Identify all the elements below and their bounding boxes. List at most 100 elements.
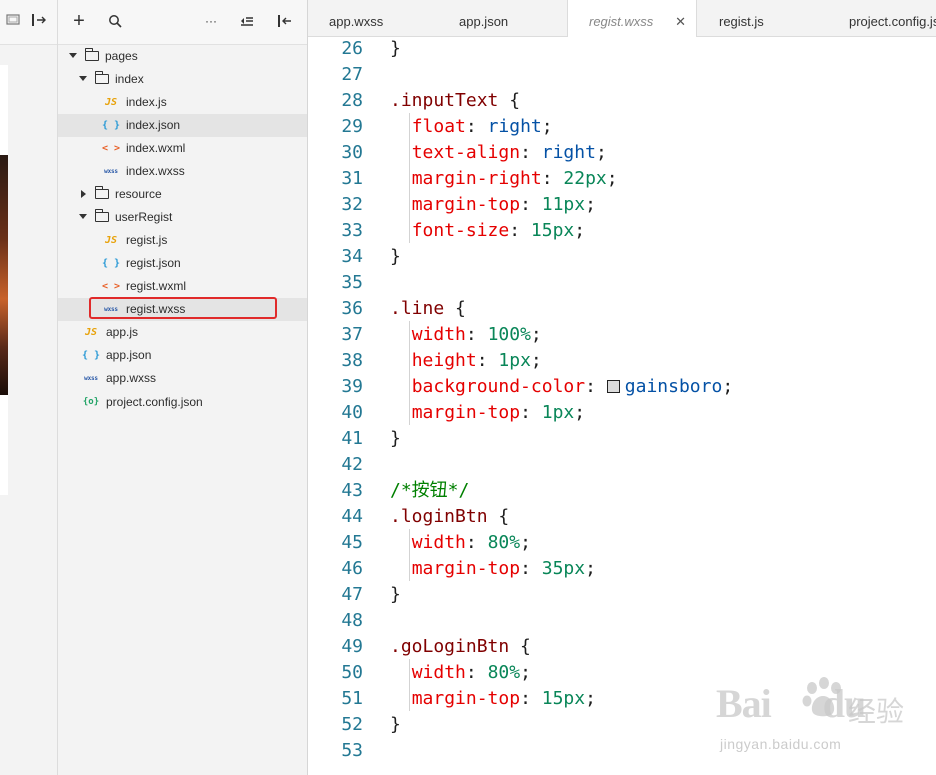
colon: : bbox=[541, 168, 564, 189]
line-number: 48 bbox=[341, 610, 363, 631]
code-editor[interactable]: 26} 27 28 .inputText {29 float: right; 30 te… bbox=[308, 37, 936, 775]
wxml-file-icon: < > bbox=[101, 143, 121, 154]
css-value: 15px bbox=[541, 688, 586, 709]
code-line: 43 /*按钮*/ bbox=[308, 478, 936, 504]
paw-icon bbox=[802, 677, 841, 717]
css-selector: .inputText bbox=[390, 90, 499, 111]
detach-icon[interactable] bbox=[30, 10, 48, 30]
brace: } bbox=[390, 246, 401, 267]
tree-file-index-json[interactable]: { } index.json bbox=[58, 114, 307, 137]
tab-project-config-js[interactable]: project.config.js bbox=[849, 0, 936, 36]
tab-regist-js[interactable]: regist.js bbox=[719, 0, 764, 36]
tree-file-regist-js[interactable]: JS regist.js bbox=[58, 229, 307, 252]
code-line: 26} bbox=[308, 36, 936, 62]
code-line: 29 float: right; bbox=[308, 114, 936, 140]
css-property: margin-top bbox=[411, 194, 521, 215]
semicolon: ; bbox=[606, 168, 618, 189]
tab-regist-wxss[interactable]: regist.wxss ✕ bbox=[567, 0, 697, 37]
tree-folder-userregist[interactable]: userRegist bbox=[58, 206, 307, 229]
add-file-button[interactable]: + bbox=[68, 10, 90, 32]
css-property: width bbox=[411, 532, 466, 553]
colon: : bbox=[465, 324, 488, 345]
css-value: 15px bbox=[530, 220, 575, 241]
line-number: 49 bbox=[341, 636, 363, 657]
colon: : bbox=[520, 688, 542, 709]
chevron-right-icon bbox=[81, 190, 86, 198]
tab-app-json[interactable]: app.json bbox=[459, 0, 508, 36]
semicolon: ; bbox=[530, 350, 542, 371]
watermark-url: jingyan.baidu.com bbox=[720, 736, 842, 752]
colon: : bbox=[520, 558, 542, 579]
tree-file-app-wxss[interactable]: wxss app.wxss bbox=[58, 367, 307, 390]
css-selector: .line bbox=[390, 298, 445, 319]
code-line: 49 .goLoginBtn { bbox=[308, 634, 936, 660]
tree-folder-pages[interactable]: pages bbox=[58, 45, 307, 68]
tree-file-index-js[interactable]: JS index.js bbox=[58, 91, 307, 114]
tree-file-index-wxss[interactable]: wxss index.wxss bbox=[58, 160, 307, 183]
css-value: right bbox=[487, 116, 542, 137]
semicolon: ; bbox=[585, 194, 596, 215]
wxss-file-icon: wxss bbox=[104, 168, 118, 175]
tab-app-wxss[interactable]: app.wxss bbox=[329, 0, 383, 36]
tree-folder-resource[interactable]: resource bbox=[58, 183, 307, 206]
code-line: 27 bbox=[308, 62, 936, 88]
editor-tab-bar: app.wxss app.json regist.wxss ✕ regist.j… bbox=[308, 0, 936, 37]
more-icon[interactable]: ··· bbox=[200, 10, 222, 32]
css-value: right bbox=[541, 142, 596, 163]
semicolon: ; bbox=[585, 688, 596, 709]
code-text: .loginBtn { bbox=[390, 504, 509, 530]
sidebar-toggle-icon[interactable] bbox=[274, 10, 296, 32]
chevron-down-icon bbox=[79, 76, 87, 81]
line-number: 51 bbox=[341, 688, 363, 709]
semicolon: ; bbox=[520, 532, 531, 553]
code-line: 30 text-align: right; bbox=[308, 140, 936, 166]
code-line: 35 bbox=[308, 270, 936, 296]
tree-file-project-config-json[interactable]: {o} project.config.json bbox=[58, 391, 307, 414]
file-explorer: + ··· pages index JS index.js { } index.… bbox=[58, 0, 308, 775]
css-value: 11px bbox=[541, 194, 586, 215]
search-icon[interactable] bbox=[104, 10, 126, 32]
line-number: 28 bbox=[341, 90, 363, 111]
tree-file-app-js[interactable]: JS app.js bbox=[58, 321, 307, 344]
tree-label: index.json bbox=[126, 118, 181, 132]
tree-label: index.wxss bbox=[126, 164, 185, 178]
tree-file-regist-wxml[interactable]: < > regist.wxml bbox=[58, 275, 307, 298]
tree-label: app.wxss bbox=[106, 371, 157, 385]
code-text: text-align: right; bbox=[390, 140, 607, 166]
code-line: 47} bbox=[308, 582, 936, 608]
json-file-icon: { } bbox=[101, 120, 121, 131]
code-text: font-size: 15px; bbox=[390, 218, 585, 244]
colon: : bbox=[465, 116, 488, 137]
code-text: } bbox=[390, 426, 401, 452]
tree-file-app-json[interactable]: { } app.json bbox=[58, 344, 307, 367]
tree-file-regist-json[interactable]: { } regist.json bbox=[58, 252, 307, 275]
tree-file-index-wxml[interactable]: < > index.wxml bbox=[58, 137, 307, 160]
wxss-file-icon: wxss bbox=[84, 375, 98, 382]
color-swatch[interactable] bbox=[606, 380, 620, 393]
js-file-icon: JS bbox=[104, 97, 118, 108]
css-property: margin-top bbox=[411, 558, 521, 579]
css-value: 35px bbox=[541, 558, 586, 579]
code-text: } bbox=[390, 244, 401, 270]
code-text: /*按钮*/ bbox=[390, 478, 469, 504]
device-icon[interactable] bbox=[4, 10, 22, 30]
line-number: 26 bbox=[341, 38, 363, 59]
colon: : bbox=[520, 142, 542, 163]
brace: { bbox=[509, 636, 531, 657]
line-number: 40 bbox=[341, 402, 363, 423]
css-value: 100% bbox=[487, 324, 531, 345]
line-number: 44 bbox=[341, 506, 363, 527]
semicolon: ; bbox=[574, 220, 586, 241]
code-text: .line { bbox=[390, 296, 466, 322]
brace: { bbox=[487, 506, 510, 527]
css-property: text-align bbox=[411, 142, 521, 163]
simulator-background-image bbox=[0, 155, 8, 395]
brace: { bbox=[444, 298, 466, 319]
collapse-all-icon[interactable] bbox=[236, 10, 258, 32]
semicolon: ; bbox=[722, 376, 734, 397]
tree-label: pages bbox=[105, 49, 138, 63]
tree-label: regist.json bbox=[126, 256, 181, 270]
tree-folder-index[interactable]: index bbox=[58, 68, 307, 91]
code-line: 40 margin-top: 1px; bbox=[308, 400, 936, 426]
tree-label: project.config.json bbox=[106, 395, 203, 409]
